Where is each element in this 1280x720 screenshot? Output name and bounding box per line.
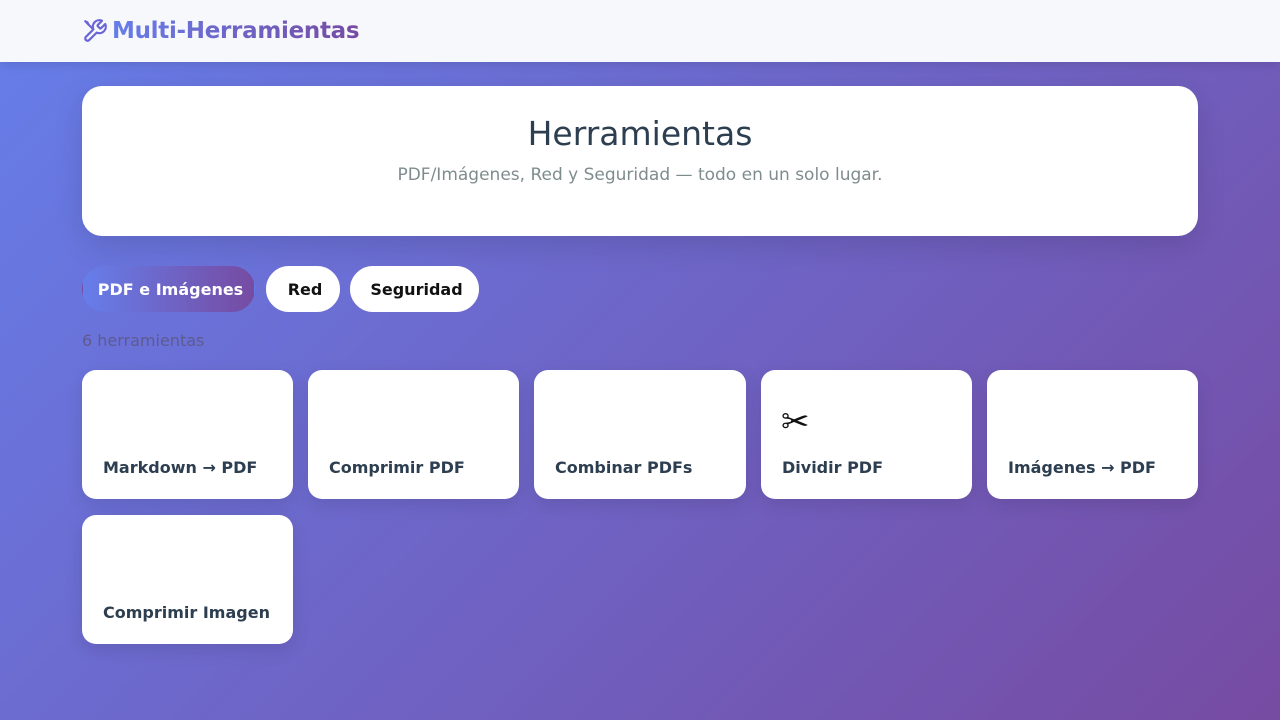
top-navbar: Multi-Herramientas (0, 0, 1280, 62)
app-title: Multi-Herramientas (112, 18, 360, 44)
tab-seguridad[interactable]: Seguridad (350, 266, 479, 312)
tab-pdf-imagenes[interactable]: PDF e Imágenes (82, 266, 255, 312)
tool-label: Combinar PDFs (555, 458, 693, 477)
tab-label: Red (287, 279, 323, 299)
tool-card-markdown-pdf[interactable]: Markdown → PDF (82, 370, 293, 499)
tool-card-comprimir-imagen[interactable]: Comprimir Imagen (82, 515, 293, 644)
tool-label: Markdown → PDF (103, 458, 258, 477)
tool-card-imagenes-pdf[interactable]: Imágenes → PDF (987, 370, 1198, 499)
tab-red[interactable]: Red (266, 266, 340, 312)
page-title: Herramientas (527, 114, 753, 153)
brand-link[interactable]: Multi-Herramientas (82, 14, 360, 48)
tool-label: Dividir PDF (782, 458, 884, 477)
page-subtitle: PDF/Imágenes, Red y Seguridad — todo en … (397, 165, 883, 185)
tool-count: 6 herramientas (82, 331, 205, 350)
tab-label: Seguridad (370, 279, 463, 299)
tool-card-combinar-pdfs[interactable]: Combinar PDFs (534, 370, 746, 499)
tool-card-dividir-pdf[interactable]: ✂ Dividir PDF (761, 370, 972, 499)
tools-icon (82, 18, 108, 44)
scissors-icon: ✂ (781, 402, 810, 442)
hero-card: Herramientas PDF/Imágenes, Red y Segurid… (82, 86, 1198, 236)
tab-label: PDF e Imágenes (97, 279, 244, 299)
tool-label: Imágenes → PDF (1008, 458, 1156, 477)
tool-label: Comprimir PDF (329, 458, 465, 477)
tool-card-comprimir-pdf[interactable]: Comprimir PDF (308, 370, 519, 499)
tool-label: Comprimir Imagen (103, 603, 270, 622)
